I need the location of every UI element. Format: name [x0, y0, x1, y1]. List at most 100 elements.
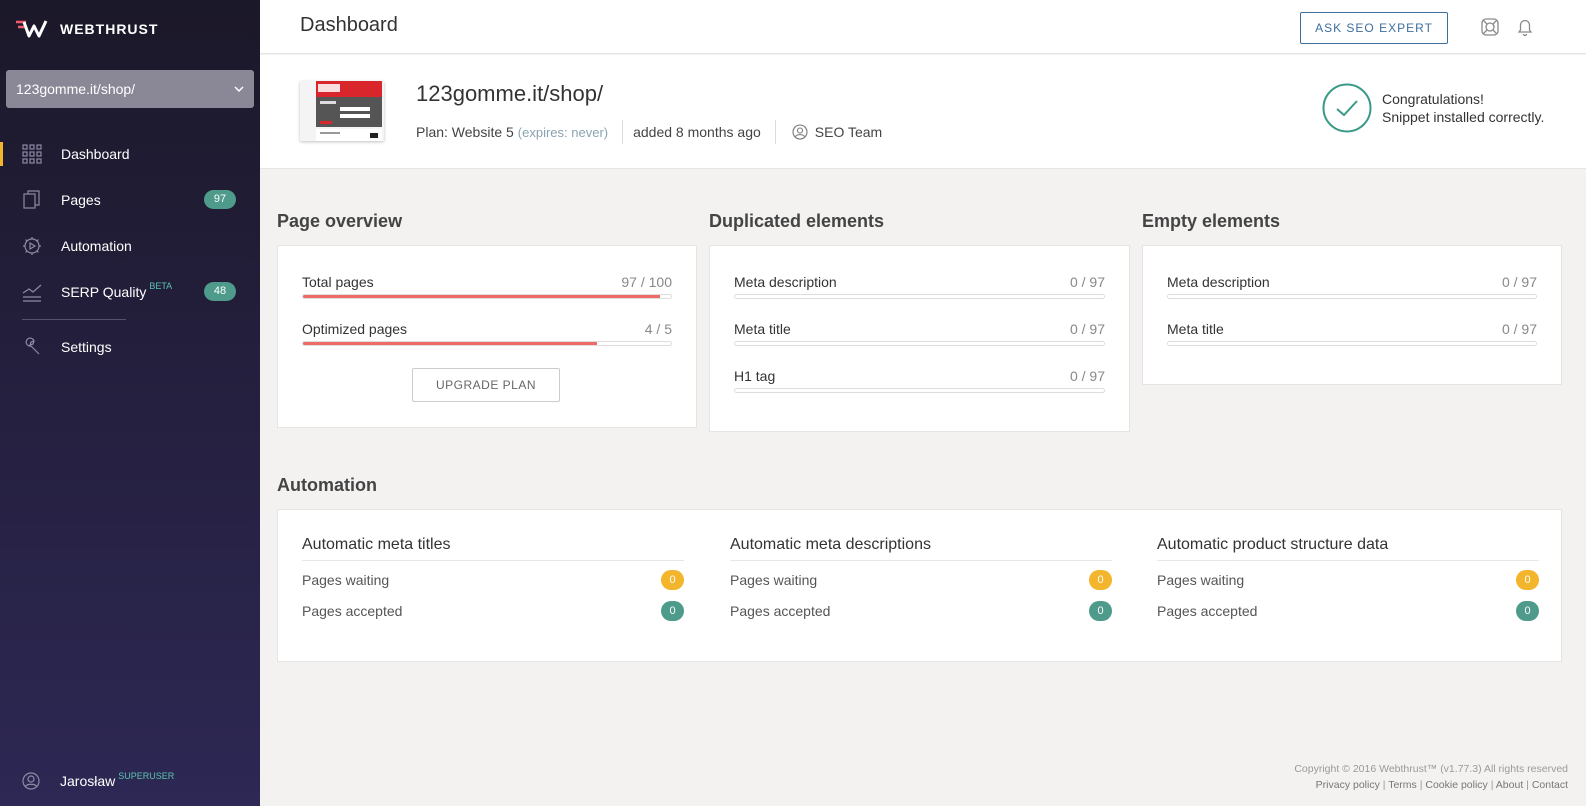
- automation-title: Automation: [277, 475, 377, 495]
- automation-column-title: Automatic meta descriptions: [730, 536, 1112, 561]
- stat-dup-meta-description: Meta description 0 / 97: [734, 274, 1105, 299]
- chevron-down-icon: [234, 86, 244, 93]
- automation-card: Automatic meta titles Pages waiting 0 Pa…: [277, 509, 1562, 662]
- footer-links: Privacy policy | Terms | Cookie policy |…: [1315, 779, 1568, 791]
- status-line-1: Congratulations!: [1382, 91, 1484, 107]
- beta-tag: BETA: [149, 281, 173, 291]
- duplicated-elements-title: Duplicated elements: [709, 211, 885, 231]
- pages-accepted-row[interactable]: Pages accepted 0: [730, 596, 1112, 627]
- sidebar-item-label: Pages: [61, 192, 101, 208]
- check-circle-icon: [1322, 83, 1372, 133]
- sidebar-item-automation[interactable]: Automation: [0, 223, 260, 269]
- stat-value: 4 / 5: [644, 321, 672, 337]
- meta-divider: [774, 120, 776, 144]
- site-meta: Plan: Website 5 (expires: never) added 8…: [416, 120, 882, 144]
- row-label: Pages accepted: [730, 603, 831, 619]
- stat-dup-h1-tag: H1 tag 0 / 97: [734, 368, 1105, 393]
- waiting-count-badge: 0: [661, 570, 684, 590]
- footer-link-terms[interactable]: Terms: [1388, 779, 1417, 791]
- sidebar-divider: [22, 319, 126, 320]
- pages-waiting-row[interactable]: Pages waiting 0: [1157, 565, 1539, 596]
- stat-value: 0 / 97: [1501, 274, 1537, 290]
- row-label: Pages waiting: [302, 572, 390, 588]
- snippet-status: Congratulations! Snippet installed corre…: [1322, 83, 1544, 133]
- pages-waiting-row[interactable]: Pages waiting 0: [730, 565, 1112, 596]
- site-team[interactable]: SEO Team: [815, 124, 882, 140]
- serp-count-badge: 48: [204, 282, 236, 301]
- footer-link-privacy[interactable]: Privacy policy: [1316, 779, 1380, 791]
- pages-accepted-row[interactable]: Pages accepted 0: [302, 596, 684, 627]
- stat-value: 0 / 97: [1069, 321, 1105, 337]
- site-plan: Plan: Website 5: [416, 124, 514, 140]
- grid-icon: [22, 144, 42, 164]
- footer-link-contact[interactable]: Contact: [1532, 779, 1568, 791]
- pages-accepted-row[interactable]: Pages accepted 0: [1157, 596, 1539, 627]
- main-content: Dashboard ASK SEO EXPERT 123gomme.it/sho…: [260, 0, 1586, 806]
- accepted-count-badge: 0: [1516, 601, 1539, 621]
- stat-total-pages: Total pages 97 / 100: [302, 274, 672, 299]
- webthrust-logo-icon: [16, 20, 48, 38]
- progress-bar: [1167, 341, 1537, 346]
- automation-icon: [23, 237, 41, 255]
- sidebar-item-label: Settings: [61, 339, 112, 355]
- team-user-icon: [792, 124, 808, 140]
- empty-elements-card: Meta description 0 / 97 Meta title 0 / 9…: [1142, 245, 1562, 385]
- progress-bar: [734, 388, 1105, 393]
- progress-fill: [303, 295, 660, 298]
- meta-divider: [622, 120, 624, 144]
- automation-meta-descriptions: Automatic meta descriptions Pages waitin…: [730, 536, 1112, 627]
- status-message: Congratulations! Snippet installed corre…: [1382, 90, 1544, 126]
- stat-label: Meta title: [1167, 321, 1224, 337]
- site-added-date: added 8 months ago: [633, 124, 761, 140]
- sidebar-nav: Dashboard Pages 97 Automation SERP Quali…: [0, 131, 260, 370]
- stat-value: 0 / 97: [1501, 321, 1537, 337]
- pages-count-badge: 97: [204, 190, 236, 209]
- progress-bar: [734, 294, 1105, 299]
- upgrade-plan-button[interactable]: UPGRADE PLAN: [412, 368, 560, 402]
- user-role: SUPERUSER: [118, 771, 175, 781]
- sidebar: WEBTHRUST 123gomme.it/shop/ Dashboard Pa…: [0, 0, 260, 806]
- sidebar-item-label: SERP Quality: [61, 284, 147, 300]
- page-overview-title: Page overview: [277, 211, 403, 231]
- stat-empty-meta-description: Meta description 0 / 97: [1167, 274, 1537, 299]
- brand[interactable]: WEBTHRUST: [14, 18, 158, 40]
- stat-optimized-pages: Optimized pages 4 / 5: [302, 321, 672, 346]
- sidebar-item-settings[interactable]: Settings: [0, 324, 260, 370]
- footer-link-cookie[interactable]: Cookie policy: [1425, 779, 1487, 791]
- automation-meta-titles: Automatic meta titles Pages waiting 0 Pa…: [302, 536, 684, 627]
- site-thumbnail[interactable]: [300, 81, 384, 141]
- sidebar-item-serp-quality[interactable]: SERP Quality BETA 48: [0, 269, 260, 315]
- site-selector[interactable]: 123gomme.it/shop/: [6, 70, 254, 108]
- sidebar-item-label: Automation: [61, 238, 132, 254]
- support-lifebuoy-icon[interactable]: [1480, 17, 1500, 37]
- footer-link-about[interactable]: About: [1496, 779, 1523, 791]
- brand-name: WEBTHRUST: [60, 21, 159, 37]
- stat-value: 0 / 97: [1069, 274, 1105, 290]
- empty-elements-title: Empty elements: [1142, 211, 1281, 231]
- topbar: Dashboard ASK SEO EXPERT: [260, 0, 1586, 54]
- sidebar-item-pages[interactable]: Pages 97: [0, 177, 260, 223]
- footer: Copyright © 2016 Webthrust™ (v1.77.3) Al…: [1294, 761, 1568, 793]
- progress-fill: [303, 342, 598, 345]
- row-label: Pages waiting: [730, 572, 818, 588]
- progress-bar: [734, 341, 1105, 346]
- user-profile[interactable]: Jarosław SUPERUSER: [22, 771, 175, 790]
- automation-column-title: Automatic meta titles: [302, 536, 684, 561]
- site-plan-expiry: (expires: never): [517, 124, 609, 140]
- waiting-count-badge: 0: [1089, 570, 1112, 590]
- row-label: Pages accepted: [302, 603, 403, 619]
- site-name: 123gomme.it/shop/: [416, 81, 604, 106]
- pages-waiting-row[interactable]: Pages waiting 0: [302, 565, 684, 596]
- stat-value: 0 / 97: [1069, 368, 1105, 384]
- accepted-count-badge: 0: [661, 601, 684, 621]
- automation-product-structure: Automatic product structure data Pages w…: [1157, 536, 1539, 627]
- stat-label: Meta title: [734, 321, 791, 337]
- ask-seo-expert-button[interactable]: ASK SEO EXPERT: [1300, 12, 1448, 44]
- bell-icon[interactable]: [1515, 17, 1535, 37]
- page-overview-card: Total pages 97 / 100 Optimized pages 4 /…: [277, 245, 697, 428]
- stat-label: Meta description: [1167, 274, 1270, 290]
- waiting-count-badge: 0: [1516, 570, 1539, 590]
- pages-icon: [23, 190, 40, 209]
- sidebar-item-dashboard[interactable]: Dashboard: [0, 131, 260, 177]
- progress-bar: [302, 294, 672, 299]
